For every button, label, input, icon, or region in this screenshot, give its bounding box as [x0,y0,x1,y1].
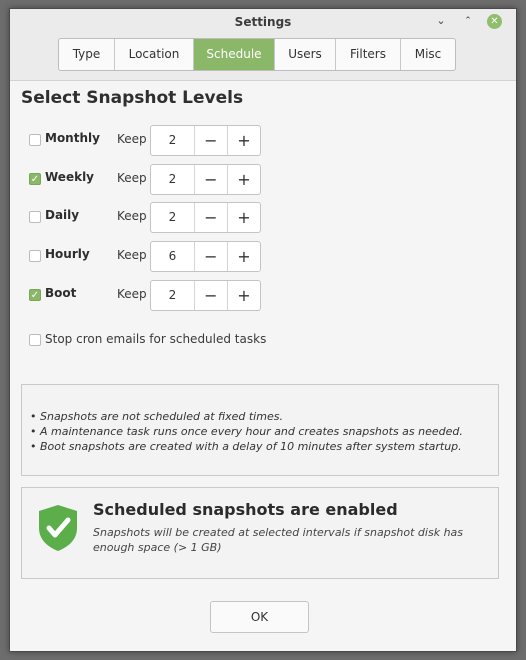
tab-users[interactable]: Users [275,39,336,70]
schedule-status-panel: Scheduled snapshots are enabled Snapshot… [21,487,499,579]
keep-value-input[interactable]: 6 [151,242,195,271]
monthly-checkbox[interactable] [29,134,41,146]
decrement-button[interactable]: − [195,242,228,271]
keep-label: Keep [117,171,147,185]
keep-value-input[interactable]: 2 [151,203,195,232]
keep-value-input[interactable]: 2 [151,126,195,155]
maximize-icon[interactable]: ⌃ [461,14,475,28]
cron-emails-checkbox[interactable] [29,334,41,346]
shield-check-icon [39,505,77,551]
level-label: Weekly [45,170,95,184]
level-label: Hourly [45,247,90,261]
keep-label: Keep [117,248,147,262]
tab-bar: Type Location Schedule Users Filters Mis… [58,38,456,71]
schedule-notes-panel: • Snapshots are not scheduled at fixed t… [21,384,499,476]
cron-emails-label: Stop cron emails for scheduled tasks [45,332,267,346]
level-label: Monthly [45,131,100,145]
note-line: • Snapshots are not scheduled at fixed t… [30,410,283,423]
settings-window: Settings ⌄ ⌃ ✕ Type Location Schedule Us… [9,8,517,652]
increment-button[interactable]: + [228,203,260,232]
weekly-checkbox[interactable]: ✓ [29,173,41,185]
keep-label: Keep [117,209,147,223]
section-heading: Select Snapshot Levels [21,88,244,108]
keep-label: Keep [117,287,147,301]
monthly-keep-spinner: 2 − + [150,125,261,156]
increment-button[interactable]: + [228,126,260,155]
note-line: • Boot snapshots are created with a dela… [30,440,462,453]
tab-filters[interactable]: Filters [336,39,401,70]
keep-label: Keep [117,132,147,146]
decrement-button[interactable]: − [195,126,228,155]
tab-type[interactable]: Type [59,39,115,70]
decrement-button[interactable]: − [195,165,228,194]
note-line: • A maintenance task runs once every hou… [30,425,463,438]
keep-value-input[interactable]: 2 [151,165,195,194]
tab-schedule[interactable]: Schedule [194,39,275,70]
close-icon[interactable]: ✕ [487,14,502,29]
boot-keep-spinner: 2 − + [150,280,261,311]
tab-location[interactable]: Location [115,39,194,70]
increment-button[interactable]: + [228,165,260,194]
ok-button[interactable]: OK [210,601,309,633]
decrement-button[interactable]: − [195,281,228,310]
increment-button[interactable]: + [228,281,260,310]
daily-checkbox[interactable] [29,211,41,223]
daily-keep-spinner: 2 − + [150,202,261,233]
minimize-icon[interactable]: ⌄ [434,14,448,28]
weekly-keep-spinner: 2 − + [150,164,261,195]
level-label: Daily [45,208,80,222]
title-bar: Settings ⌄ ⌃ ✕ Type Location Schedule Us… [10,9,516,81]
status-title: Scheduled snapshots are enabled [93,500,398,519]
tab-misc[interactable]: Misc [401,39,455,70]
decrement-button[interactable]: − [195,203,228,232]
hourly-keep-spinner: 6 − + [150,241,261,272]
increment-button[interactable]: + [228,242,260,271]
hourly-checkbox[interactable] [29,250,41,262]
boot-checkbox[interactable]: ✓ [29,289,41,301]
keep-value-input[interactable]: 2 [151,281,195,310]
level-label: Boot [45,286,77,300]
status-description: Snapshots will be created at selected in… [93,526,464,554]
